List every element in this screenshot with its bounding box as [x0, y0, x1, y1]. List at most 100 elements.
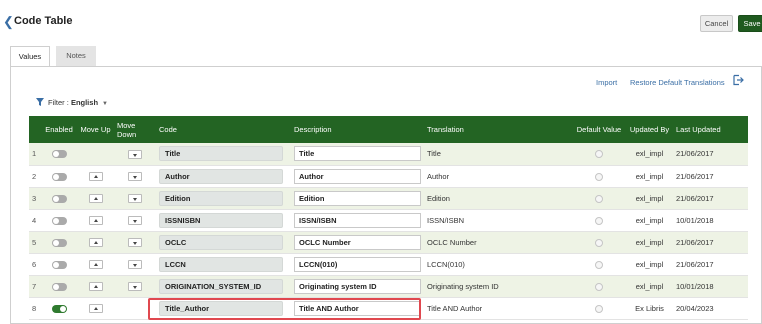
table-header-row: Enabled Move Up Move Down Code Descripti…	[29, 116, 748, 143]
enabled-toggle[interactable]	[51, 260, 67, 269]
table-row: 2 Author Author Author exl_impl 21/06/2017	[29, 165, 748, 188]
enabled-toggle[interactable]	[51, 216, 67, 225]
table-row: 8 Title_Author Title AND Author Title AND A…	[29, 297, 748, 320]
column-header-default-value[interactable]: Default Value	[572, 116, 626, 143]
column-header-translation[interactable]: Translation	[424, 116, 572, 143]
updated-by-cell: exl_impl	[626, 165, 673, 188]
move-down-button[interactable]	[128, 281, 142, 291]
row-number: 8	[29, 297, 41, 320]
move-down-button[interactable]	[128, 149, 142, 159]
row-number: 4	[29, 209, 41, 232]
code-field: Author	[159, 168, 283, 184]
move-up-button[interactable]	[88, 303, 103, 313]
last-updated-cell: 10/01/2018	[673, 209, 748, 232]
default-value-radio[interactable]	[595, 260, 603, 269]
code-field: ORIGINATION_SYSTEM_ID	[159, 278, 283, 294]
move-up-button[interactable]	[88, 171, 103, 181]
updated-by-cell: exl_impl	[626, 143, 673, 166]
default-value-radio[interactable]	[595, 194, 603, 203]
enabled-toggle[interactable]	[51, 282, 67, 291]
column-header-move-up: Move Up	[77, 116, 114, 143]
move-down-button[interactable]	[128, 171, 142, 181]
last-updated-cell: 10/01/2018	[673, 275, 748, 298]
default-value-radio[interactable]	[595, 304, 603, 313]
table-row: 5 OCLC OCLC Number OCLC Number exl_impl 21/06…	[29, 231, 748, 254]
translation-cell: Edition	[424, 187, 572, 210]
filter-icon	[36, 98, 44, 106]
default-value-radio[interactable]	[595, 150, 603, 159]
column-header-move-down: Move Down	[114, 116, 156, 143]
default-value-radio[interactable]	[595, 282, 603, 291]
enabled-toggle[interactable]	[51, 172, 67, 181]
code-field: OCLC	[159, 234, 283, 250]
default-value-radio[interactable]	[595, 172, 603, 181]
move-down-button[interactable]	[128, 193, 142, 203]
description-input[interactable]: Title AND Author	[294, 300, 421, 316]
default-value-radio[interactable]	[595, 216, 603, 225]
language-filter[interactable]: Filter : English ▼	[36, 98, 108, 107]
column-header-code[interactable]: Code	[156, 116, 291, 143]
translation-cell: OCLC Number	[424, 231, 572, 254]
code-field: Title_Author	[159, 300, 283, 316]
move-down-button[interactable]	[128, 259, 142, 269]
enabled-toggle[interactable]	[51, 150, 67, 159]
column-header-description[interactable]: Description	[291, 116, 424, 143]
save-button[interactable]: Save	[738, 15, 762, 32]
filter-label: Filter :	[48, 98, 69, 107]
updated-by-cell: exl_impl	[626, 231, 673, 254]
export-icon[interactable]	[732, 74, 744, 86]
updated-by-cell: Ex Libris	[626, 297, 673, 320]
last-updated-cell: 21/06/2017	[673, 143, 748, 166]
description-input[interactable]: Originating system ID	[294, 278, 421, 294]
table-row: 3 Edition Edition Edition exl_impl 21/06/2017	[29, 187, 748, 210]
enabled-toggle[interactable]	[51, 304, 67, 313]
move-down-button[interactable]	[128, 215, 142, 225]
translation-cell: Title AND Author	[424, 297, 572, 320]
move-up-button[interactable]	[88, 193, 103, 203]
description-input[interactable]: LCCN(010)	[294, 256, 421, 272]
enabled-toggle[interactable]	[51, 194, 67, 203]
move-up-button[interactable]	[88, 237, 103, 247]
cancel-button[interactable]: Cancel	[700, 15, 733, 32]
row-number: 1	[29, 143, 41, 166]
restore-default-translations-link[interactable]: Restore Default Translations	[630, 78, 725, 87]
updated-by-cell: exl_impl	[626, 187, 673, 210]
code-field: LCCN	[159, 256, 283, 272]
filter-value: English	[70, 98, 99, 107]
column-header-updated-by[interactable]: Updated By	[626, 116, 673, 143]
description-input[interactable]: ISSN/ISBN	[294, 212, 421, 228]
column-header-enabled[interactable]: Enabled	[41, 116, 77, 143]
updated-by-cell: exl_impl	[626, 253, 673, 276]
code-field: Title	[159, 146, 283, 162]
column-header-last-updated[interactable]: Last Updated	[673, 116, 748, 143]
description-input[interactable]: Title	[294, 146, 421, 162]
move-down-button[interactable]	[128, 237, 142, 247]
enabled-toggle[interactable]	[51, 238, 67, 247]
chevron-down-icon: ▼	[102, 101, 108, 107]
move-up-button[interactable]	[88, 259, 103, 269]
translation-cell: LCCN(010)	[424, 253, 572, 276]
row-number: 3	[29, 187, 41, 210]
page-header: ❮ Code Table Cancel Save	[0, 0, 762, 44]
tab-notes[interactable]: Notes	[56, 46, 96, 66]
table-row: 6 LCCN LCCN(010) LCCN(010) exl_impl 21/06/201…	[29, 253, 748, 276]
back-chevron-icon[interactable]: ❮	[3, 15, 14, 28]
tab-values[interactable]: Values	[10, 46, 50, 66]
default-value-radio[interactable]	[595, 238, 603, 247]
column-header-index	[29, 116, 41, 143]
import-link[interactable]: Import	[596, 78, 617, 87]
translation-cell: Author	[424, 165, 572, 188]
translation-cell: Title	[424, 143, 572, 166]
move-up-button[interactable]	[88, 215, 103, 225]
updated-by-cell: exl_impl	[626, 209, 673, 232]
last-updated-cell: 20/04/2023	[673, 297, 748, 320]
move-up-button[interactable]	[88, 281, 103, 291]
description-input[interactable]: OCLC Number	[294, 234, 421, 250]
row-number: 5	[29, 231, 41, 254]
description-input[interactable]: Edition	[294, 190, 421, 206]
translation-cell: Originating system ID	[424, 275, 572, 298]
row-number: 6	[29, 253, 41, 276]
description-input[interactable]: Author	[294, 168, 421, 184]
table-row: 1 Title Title Title exl_impl 21/06/2017	[29, 143, 748, 166]
page-title: Code Table	[14, 15, 73, 27]
